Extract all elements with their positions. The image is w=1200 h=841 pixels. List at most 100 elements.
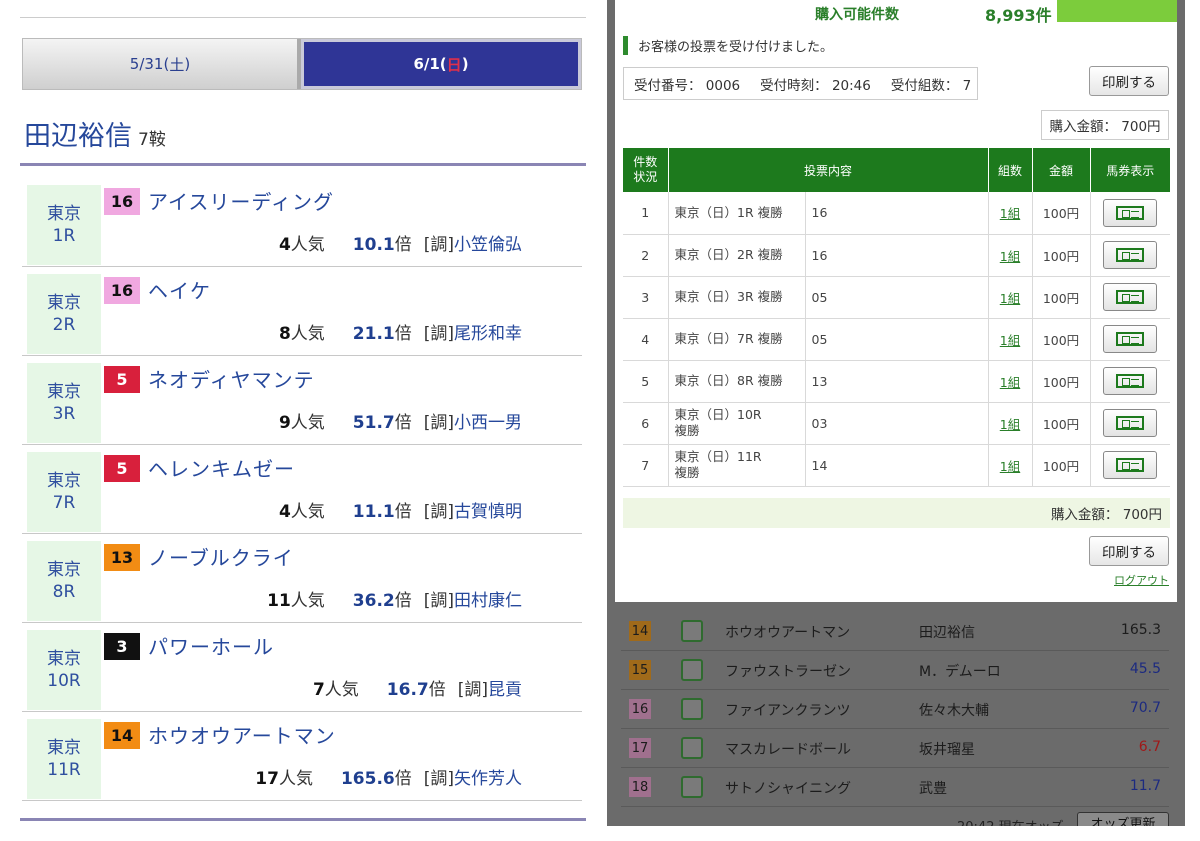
bets-table: 件数 状況 投票内容 組数 金額 馬券表示 1 東京（日）1R 複勝 16 1組 100…: [623, 148, 1170, 487]
ticket-view-button[interactable]: [1103, 409, 1158, 437]
divider: [20, 17, 586, 18]
ride-row[interactable]: 東京 2R 16 ヘイケ 8人気 21.1倍 [調]尾形和幸: [22, 267, 582, 356]
bet-sets-link[interactable]: 1組: [1000, 249, 1020, 264]
horse-checkbox[interactable]: [681, 776, 703, 798]
jockey-name: 田辺裕信: [24, 121, 132, 152]
ride-row[interactable]: 東京 1R 16 アイスリーディング 4人気 10.1倍 [調]小笠倫弘: [22, 178, 582, 267]
race-venue: 東京 1R: [27, 185, 101, 265]
odds-value: 11.7: [1129, 778, 1161, 794]
tab-date-day: 日: [446, 55, 462, 74]
odds-value: 10.1: [352, 235, 395, 255]
print-button-bottom[interactable]: 印刷する: [1089, 536, 1169, 566]
horse-name[interactable]: ヘレンキムゼー: [148, 453, 295, 482]
jockey-name: 田辺裕信: [919, 625, 975, 641]
table-row: 5 東京（日）8R 複勝 13 1組 100円: [623, 360, 1170, 403]
popularity: 11: [267, 591, 291, 611]
tab-date-0601[interactable]: 6/1(日): [301, 39, 581, 89]
horse-name[interactable]: アイスリーディング: [148, 186, 334, 215]
bet-sets-link[interactable]: 1組: [1000, 459, 1020, 474]
bet-content: 東京（日）1R 複勝: [668, 192, 806, 235]
odds-unit: 倍: [428, 680, 446, 700]
tab-date-suffix: ): [184, 55, 191, 73]
odds-unit: 倍: [394, 769, 412, 789]
table-row: 4 東京（日）7R 複勝 05 1組 100円: [623, 318, 1170, 361]
ticket-view-button[interactable]: [1103, 198, 1158, 227]
race-number: 8R: [52, 582, 76, 602]
trainer-name[interactable]: 尾形和幸: [454, 324, 522, 344]
ticket-view-button[interactable]: [1103, 367, 1158, 395]
horse-number-badge: 16: [104, 277, 140, 304]
ride-info: 7人気 16.7倍 [調]昆貢: [313, 675, 522, 700]
ticket-view-button[interactable]: [1103, 241, 1158, 269]
venue-name: 東京: [47, 204, 81, 224]
horse-checkbox[interactable]: [681, 698, 703, 720]
page-title: 田辺裕信 7鞍: [24, 114, 166, 153]
bet-amount: 100円: [1032, 234, 1091, 277]
bet-horse: 13: [805, 360, 989, 403]
odds-value: 51.7: [352, 413, 395, 433]
horse-name: マスカレードボール: [725, 742, 851, 758]
trainer-name[interactable]: 昆貢: [488, 680, 522, 700]
right-panel: 購入可能件数 8,993件 お客様の投票を受け付けました。 受付番号： 0006…: [607, 0, 1185, 826]
horse-name[interactable]: ノーブルクライ: [148, 542, 294, 571]
horse-name[interactable]: ホウオウアートマン: [148, 720, 336, 749]
ticket-view-button[interactable]: [1103, 325, 1158, 353]
trainer-name[interactable]: 小西一男: [454, 413, 522, 433]
green-button[interactable]: [1057, 0, 1177, 22]
ticket-view-button[interactable]: [1103, 283, 1158, 311]
date-tabs: 5/31(土) 6/1(日): [22, 38, 582, 90]
popularity: 4: [278, 502, 291, 522]
odds-unit: 倍: [394, 324, 412, 344]
confirmation-message: お客様の投票を受け付けました。: [623, 36, 833, 55]
bet-content: 東京（日）7R 複勝: [668, 318, 806, 361]
popularity-unit: 人気: [290, 591, 325, 611]
horse-name[interactable]: ネオディヤマンテ: [148, 364, 315, 393]
odds-unit: 倍: [394, 235, 412, 255]
horse-checkbox[interactable]: [681, 620, 703, 642]
ride-row[interactable]: 東京 8R 13 ノーブルクライ 11人気 36.2倍 [調]田村康仁: [22, 534, 582, 623]
jockey-name: 武豊: [919, 781, 947, 797]
logout-link[interactable]: ログアウト: [1114, 572, 1169, 588]
horse-name[interactable]: ヘイケ: [148, 275, 211, 304]
ride-row[interactable]: 東京 7R 5 ヘレンキムゼー 4人気 11.1倍 [調]古賀慎明: [22, 445, 582, 534]
venue-name: 東京: [47, 649, 81, 669]
trainer-name[interactable]: 小笠倫弘: [454, 235, 522, 255]
bet-sets-link[interactable]: 1組: [1000, 375, 1020, 390]
tab-date-0531[interactable]: 5/31(土): [23, 39, 301, 89]
col-header-amount: 金額: [1032, 148, 1091, 192]
horse-number-badge: 5: [104, 366, 140, 393]
trainer-name[interactable]: 古賀慎明: [454, 502, 522, 522]
horse-checkbox[interactable]: [681, 737, 703, 759]
venue-name: 東京: [47, 738, 81, 758]
bet-number: 7: [623, 444, 669, 487]
bet-sets-link[interactable]: 1組: [1000, 333, 1020, 348]
ride-row[interactable]: 東京 3R 5 ネオディヤマンテ 9人気 51.7倍 [調]小西一男: [22, 356, 582, 445]
race-number: 1R: [52, 226, 76, 246]
jockey-name: 坂井瑠星: [919, 742, 975, 758]
ride-info: 9人気 51.7倍 [調]小西一男: [279, 408, 522, 433]
odds-refresh-button[interactable]: オッズ更新: [1077, 812, 1169, 826]
trainer-name[interactable]: 矢作芳人: [454, 769, 522, 789]
trainer-name[interactable]: 田村康仁: [454, 591, 522, 611]
ride-row[interactable]: 東京 11R 14 ホウオウアートマン 17人気 165.6倍 [調]矢作芳人: [22, 712, 582, 801]
bet-sets-link[interactable]: 1組: [1000, 206, 1020, 221]
race-venue: 東京 10R: [27, 630, 101, 710]
ride-row[interactable]: 東京 10R 3 パワーホール 7人気 16.7倍 [調]昆貢: [22, 623, 582, 712]
ticket-view-button[interactable]: [1103, 451, 1158, 479]
odds-row: 14 ホウオウアートマン 田辺裕信 165.3: [621, 612, 1169, 651]
bet-number: 3: [623, 276, 669, 319]
ticket-icon: [1116, 416, 1145, 430]
purchase-header: 購入可能件数 8,993件: [615, 0, 1177, 26]
horse-number-badge: 14: [104, 722, 140, 749]
print-button-top[interactable]: 印刷する: [1089, 66, 1169, 96]
bet-number: 6: [623, 402, 669, 445]
acceptance-info: 受付番号： 0006 受付時刻： 20:46 受付組数： 7: [623, 67, 978, 100]
bet-number: 4: [623, 318, 669, 361]
horse-name[interactable]: パワーホール: [148, 631, 274, 660]
horse-number-badge: 17: [629, 738, 651, 758]
venue-name: 東京: [47, 560, 81, 580]
tab-date-day: 土: [169, 55, 185, 74]
bet-sets-link[interactable]: 1組: [1000, 417, 1020, 432]
horse-checkbox[interactable]: [681, 659, 703, 681]
bet-sets-link[interactable]: 1組: [1000, 291, 1020, 306]
